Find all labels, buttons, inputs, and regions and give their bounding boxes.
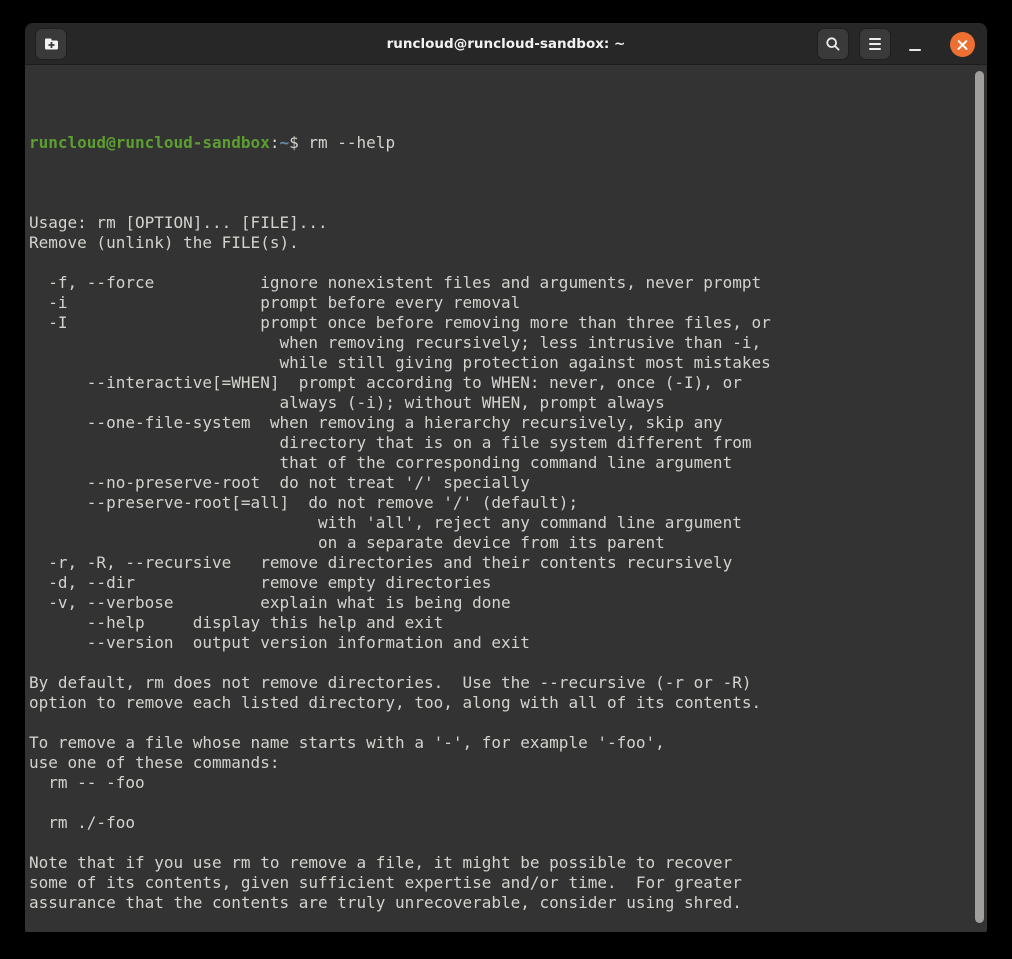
prompt-dollar: $ — [289, 133, 308, 152]
close-button[interactable] — [950, 32, 975, 57]
close-icon — [956, 38, 969, 51]
new-tab-button[interactable] — [35, 28, 67, 60]
menu-button[interactable] — [859, 28, 891, 60]
search-button[interactable] — [817, 28, 849, 60]
search-icon — [825, 36, 841, 52]
help-output: Usage: rm [OPTION]... [FILE]... Remove (… — [29, 213, 983, 932]
scrollbar[interactable] — [975, 70, 984, 928]
prompt-user-host: runcloud@runcloud-sandbox — [29, 133, 270, 152]
titlebar[interactable]: runcloud@runcloud-sandbox: ~ — [25, 23, 987, 65]
minimize-icon — [909, 49, 921, 51]
prompt-path: ~ — [279, 133, 289, 152]
terminal-screen[interactable]: runcloud@runcloud-sandbox:~$ rm --help U… — [25, 66, 987, 932]
minimize-button[interactable] — [901, 28, 929, 60]
app-window: runcloud@runcloud-sandbox: ~ runcloud@ru… — [25, 23, 987, 932]
new-tab-icon — [43, 36, 60, 52]
hamburger-menu-icon — [869, 38, 881, 50]
scrollbar-thumb[interactable] — [975, 71, 984, 923]
command-text: rm --help — [308, 133, 395, 152]
prompt-line: runcloud@runcloud-sandbox:~$ rm --help — [29, 133, 983, 153]
